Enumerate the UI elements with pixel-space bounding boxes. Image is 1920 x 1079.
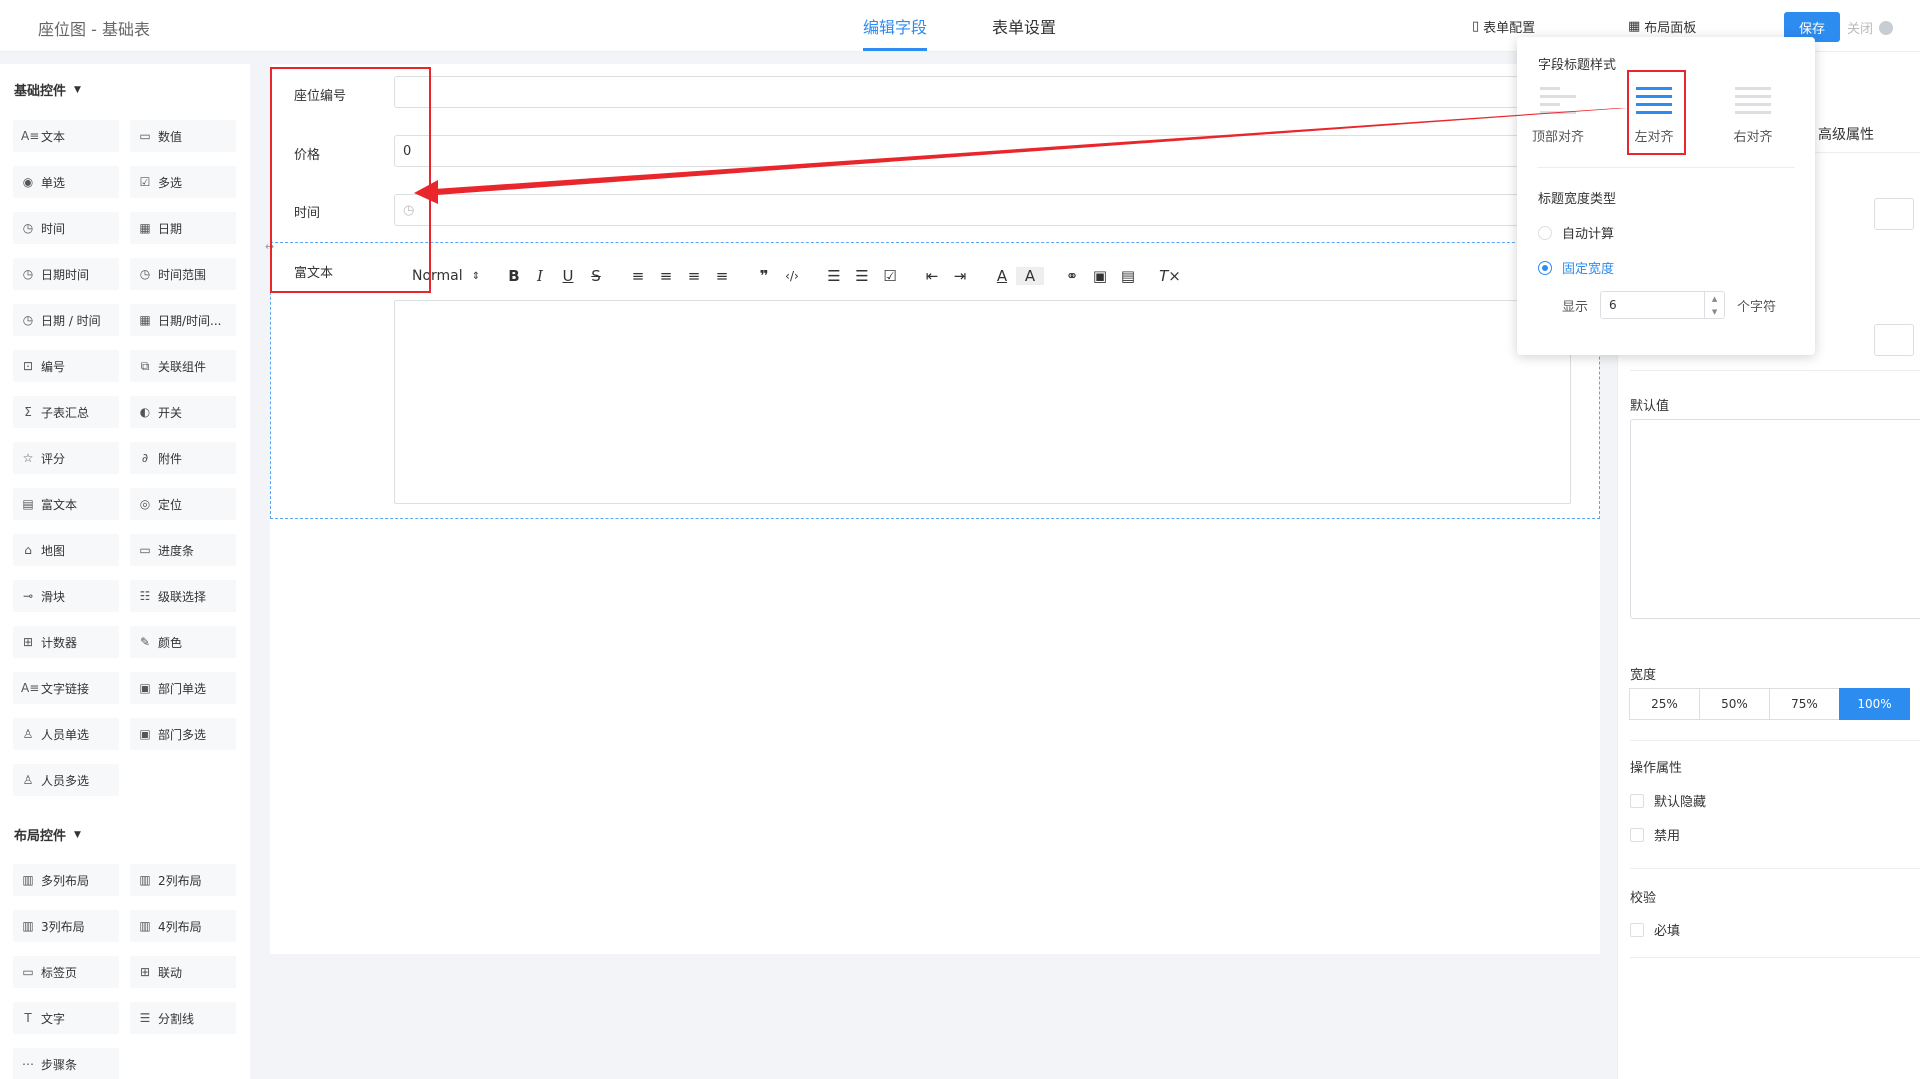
annotation-arrow bbox=[414, 108, 1627, 204]
